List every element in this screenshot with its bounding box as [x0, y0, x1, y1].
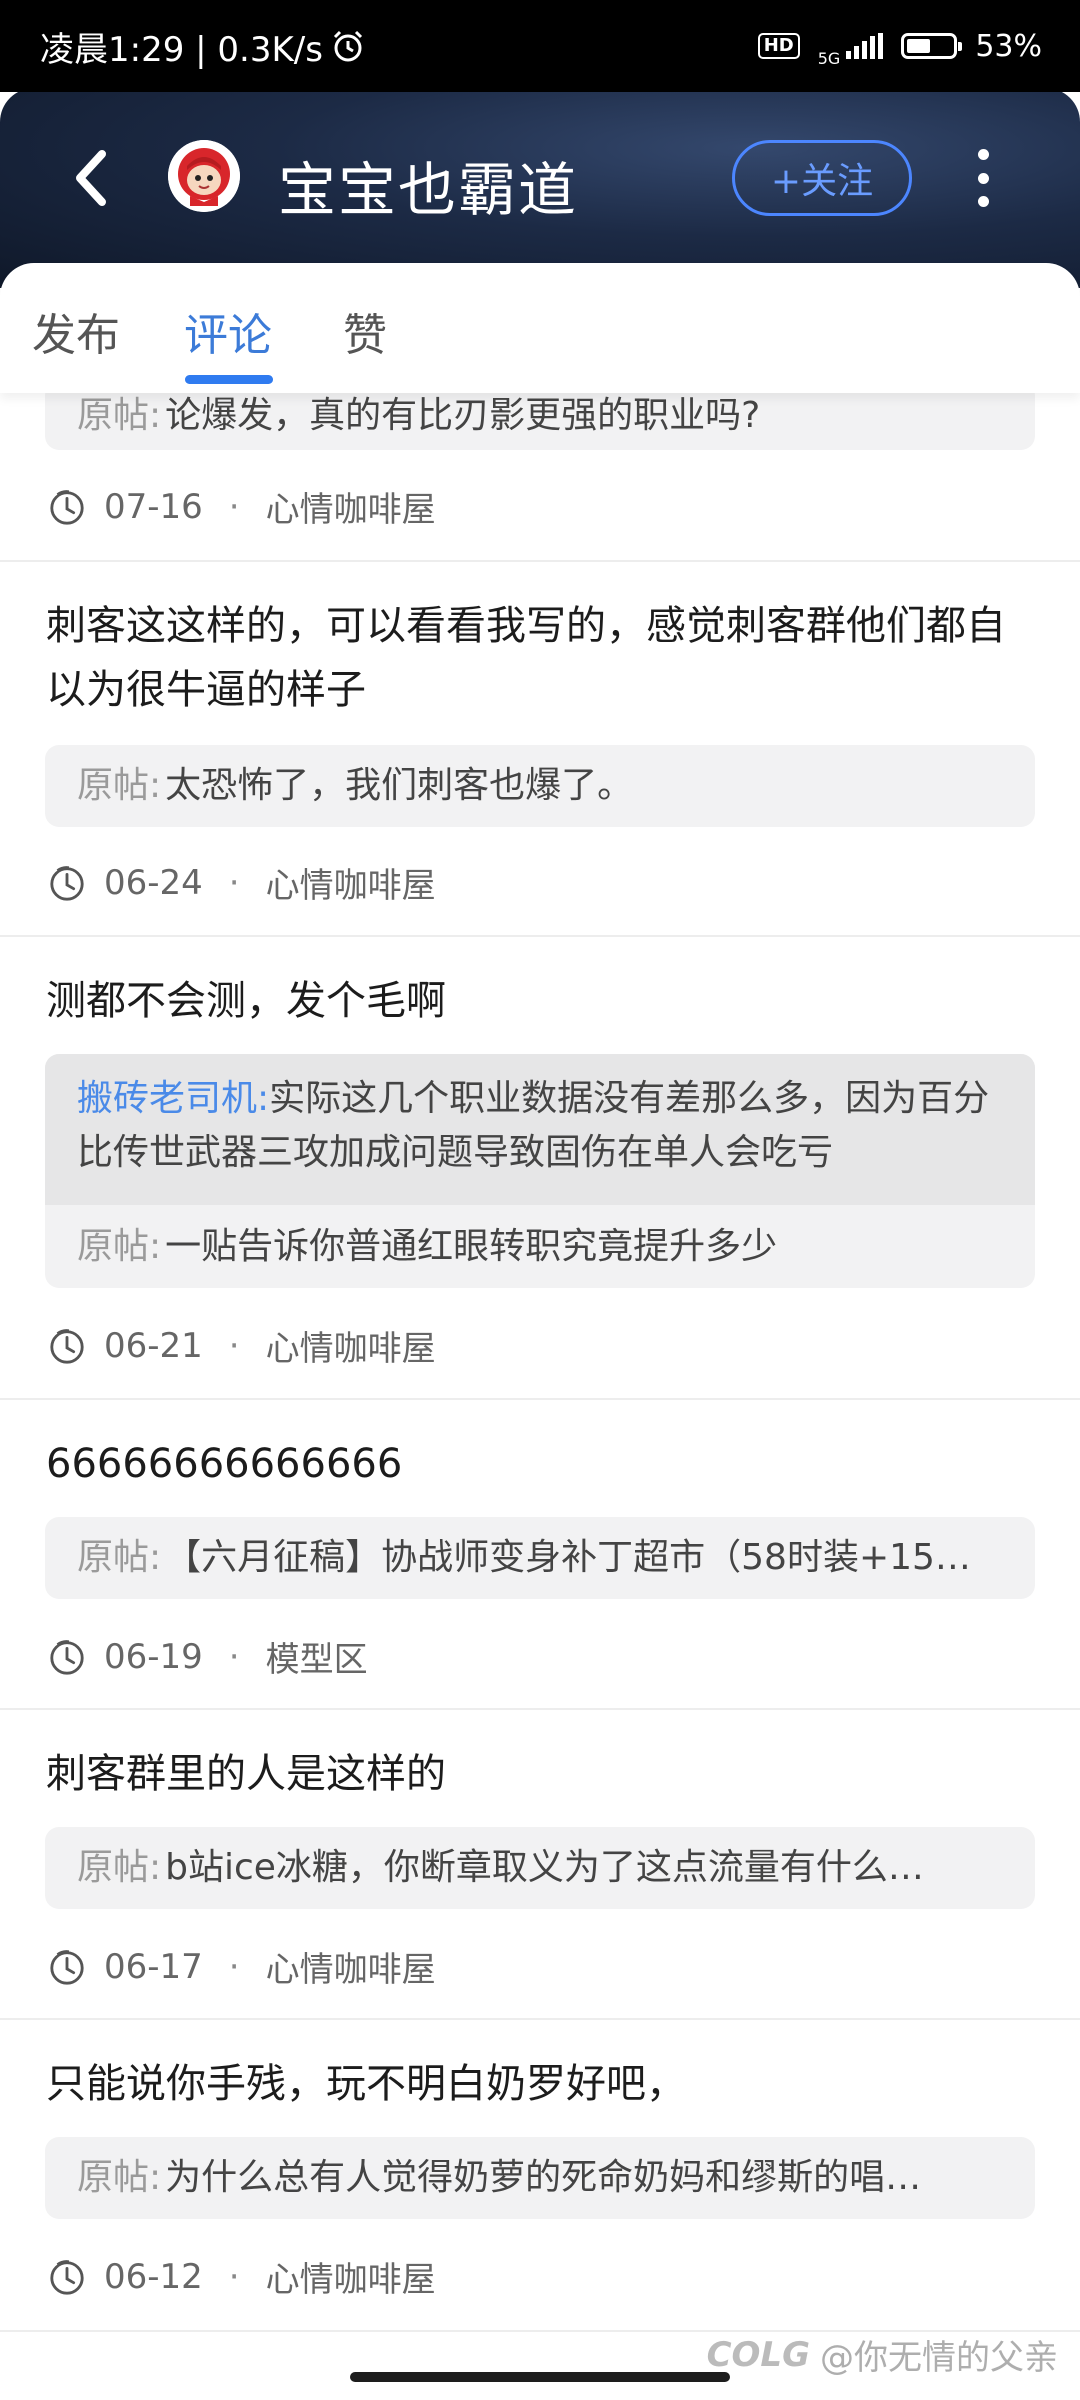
- tab-posts[interactable]: 发布: [32, 299, 120, 363]
- tab-likes[interactable]: 赞: [343, 299, 387, 363]
- original-post-label: 原帖:: [77, 1847, 162, 1888]
- comment-text: 只能说你手残，玩不明白奶罗好吧，: [46, 2061, 686, 2107]
- list-item[interactable]: 刺客这这样的，可以看看我写的，感觉刺客群他们都自以为很牛逼的样子 原帖: 太恐怖…: [0, 562, 1080, 937]
- battery-level: [907, 39, 931, 53]
- list-item[interactable]: 只能说你手残，玩不明白奶罗好吧， 原帖: 为什么总有人觉得奶萝的死命奶妈和缪斯的…: [0, 2020, 1080, 2332]
- network-type: 5G: [817, 48, 841, 68]
- post-date: 06-24: [104, 862, 203, 903]
- clock-icon: [50, 1949, 84, 1985]
- list-item[interactable]: 刺客群里的人是这样的 原帖: b站ice冰糖，你断章取义为了这点流量有什么… 0…: [0, 1710, 1080, 2020]
- original-post-label: 原帖:: [77, 1226, 162, 1267]
- original-post-title: 为什么总有人觉得奶萝的死命奶妈和缪斯的唱…: [165, 2157, 922, 2198]
- comment-text: 刺客这这样的，可以看看我写的，感觉刺客群他们都自以为很牛逼的样子: [46, 603, 1006, 713]
- post-date: 07-16: [104, 486, 203, 527]
- post-date: 06-17: [104, 1946, 203, 1987]
- original-post-title: 一贴告诉你普通红眼转职究竟提升多少: [165, 1226, 778, 1267]
- original-post-title: 太恐怖了，我们刺客也爆了。: [165, 765, 634, 806]
- follow-button[interactable]: +关注: [732, 140, 912, 216]
- comment-text: 测都不会测，发个毛啊: [46, 978, 446, 1024]
- list-item[interactable]: 测都不会测，发个毛啊 搬砖老司机:实际这几个职业数据没有差那么多，因为百分比传世…: [0, 937, 1080, 1400]
- original-post-label: 原帖:: [77, 2157, 162, 2198]
- original-post-box[interactable]: 原帖: 【六月征稿】协战师变身补丁超市（58时装+15…: [45, 1517, 1035, 1599]
- avatar[interactable]: [168, 140, 240, 212]
- forum-name[interactable]: 心情咖啡屋: [266, 2252, 436, 2301]
- forum-name[interactable]: 心情咖啡屋: [266, 1321, 436, 1370]
- hd-badge: HD: [757, 33, 800, 59]
- battery-percent: 53%: [975, 28, 1042, 64]
- back-arrow-icon: [76, 150, 106, 206]
- tab-comments[interactable]: 评论: [184, 299, 272, 363]
- reply-username[interactable]: 搬砖老司机:: [77, 1078, 269, 1119]
- clock-icon: [50, 1639, 84, 1675]
- status-time-speed: 凌晨1:29 | 0.3K/s: [40, 29, 323, 70]
- watermark-logo: COLG: [706, 2334, 810, 2375]
- original-post-box[interactable]: 原帖: 为什么总有人觉得奶萝的死命奶妈和缪斯的唱…: [45, 2137, 1035, 2219]
- forum-name[interactable]: 模型区: [266, 1632, 368, 1681]
- alarm-clock-icon: [333, 30, 363, 62]
- item-meta: 06-12 · 心情咖啡屋: [48, 2252, 436, 2301]
- battery-icon: [901, 33, 963, 59]
- comment-text: 66666666666666: [46, 1441, 403, 1487]
- original-post-title: b站ice冰糖，你断章取义为了这点流量有什么…: [165, 1847, 924, 1888]
- original-post-box[interactable]: 原帖: 太恐怖了，我们刺客也爆了。: [45, 745, 1035, 827]
- home-indicator[interactable]: [350, 2372, 730, 2382]
- original-post-label: 原帖:: [77, 765, 162, 806]
- more-options-button[interactable]: [968, 143, 998, 213]
- active-tab-indicator: [185, 375, 273, 384]
- watermark-text: @你无情的父亲: [820, 2338, 1058, 2378]
- list-item[interactable]: 66666666666666 原帖: 【六月征稿】协战师变身补丁超市（58时装+…: [0, 1400, 1080, 1710]
- quoted-reply: 搬砖老司机:实际这几个职业数据没有差那么多，因为百分比传世武器三攻加成问题导致固…: [45, 1054, 1035, 1205]
- avatar-icon: [168, 140, 240, 212]
- item-meta: 06-24 · 心情咖啡屋: [48, 858, 436, 907]
- original-post-box[interactable]: 搬砖老司机:实际这几个职业数据没有差那么多，因为百分比传世武器三攻加成问题导致固…: [45, 1054, 1035, 1288]
- back-button[interactable]: [60, 143, 120, 213]
- more-dots-icon: [977, 149, 989, 160]
- original-post-label: 原帖:: [77, 1537, 162, 1578]
- forum-name[interactable]: 心情咖啡屋: [266, 858, 436, 907]
- status-bar: 凌晨1:29 | 0.3K/s HD 5G 53%: [0, 0, 1080, 92]
- comment-text: 刺客群里的人是这样的: [46, 1751, 446, 1797]
- clock-icon: [50, 1328, 84, 1364]
- post-date: 06-19: [104, 1636, 203, 1677]
- tab-bar: 发布 评论 赞: [0, 263, 1080, 393]
- original-post-box[interactable]: 原帖: b站ice冰糖，你断章取义为了这点流量有什么…: [45, 1827, 1035, 1909]
- original-post-title: 【六月征稿】协战师变身补丁超市（58时装+15…: [165, 1537, 971, 1578]
- profile-username: 宝宝也霸道: [278, 156, 579, 224]
- forum-name[interactable]: 心情咖啡屋: [266, 482, 436, 531]
- item-meta: 06-19 · 模型区: [48, 1632, 368, 1681]
- clock-icon: [50, 2259, 84, 2295]
- watermark: COLG @你无情的父亲: [707, 2330, 1058, 2379]
- post-date: 06-12: [104, 2256, 203, 2297]
- item-meta: 06-21 · 心情咖啡屋: [48, 1321, 436, 1370]
- clock-icon: [50, 865, 84, 901]
- item-meta: 07-16 · 心情咖啡屋: [48, 482, 436, 531]
- signal-icon: [846, 33, 884, 59]
- profile-header: 宝宝也霸道 +关注: [0, 88, 1080, 288]
- item-meta: 06-17 · 心情咖啡屋: [48, 1942, 436, 1991]
- post-date: 06-21: [104, 1325, 203, 1366]
- forum-name[interactable]: 心情咖啡屋: [266, 1942, 436, 1991]
- clock-icon: [50, 489, 84, 525]
- app-screen: 原帖: 论爆发，真的有比刃影更强的职业吗? 07-16 · 心情咖啡屋 刺客这这…: [0, 0, 1080, 2400]
